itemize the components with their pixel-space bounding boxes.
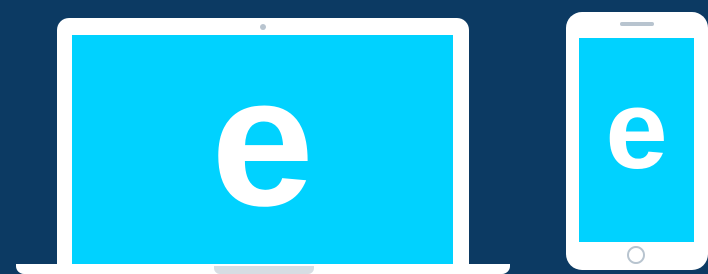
phone-screen: e <box>579 38 694 242</box>
laptop-notch <box>214 266 314 274</box>
laptop-camera <box>260 24 266 30</box>
laptop: e <box>57 18 469 266</box>
device-illustration: e e <box>0 0 708 274</box>
phone: e <box>566 12 708 270</box>
phone-logo: e <box>605 67 668 192</box>
phone-home-button <box>627 246 645 264</box>
laptop-logo: e <box>211 39 314 245</box>
laptop-screen: e <box>72 35 453 266</box>
phone-speaker <box>620 22 654 26</box>
